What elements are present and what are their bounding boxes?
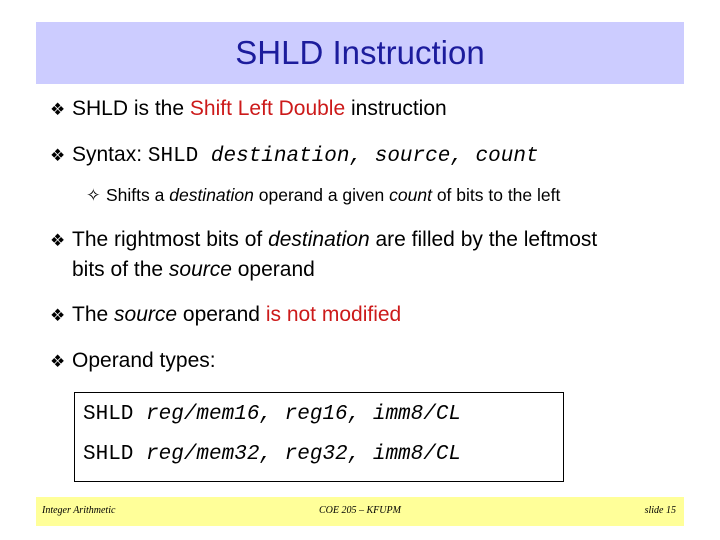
bullet-2: ❖ Syntax: SHLD destination, source, count xyxy=(50,140,539,171)
bullet-4: ❖ The source operand is not modified xyxy=(50,300,401,330)
em-text: source xyxy=(168,258,232,281)
text: Shifts a xyxy=(106,185,170,205)
sub-bullet: ✧ Shifts a destination operand a given co… xyxy=(86,185,560,206)
em-text: count xyxy=(389,185,432,205)
diamond-bullet-icon: ❖ xyxy=(50,231,66,250)
text: The rightmost bits of xyxy=(72,228,269,251)
opcode: SHLD xyxy=(83,403,147,426)
operands: reg/mem16, reg16, imm8/CL xyxy=(146,403,462,426)
text: operand xyxy=(177,303,266,326)
operand-types-box: SHLD reg/mem16, reg16, imm8/CL SHLD reg/… xyxy=(74,392,564,482)
text: bits of the xyxy=(72,258,169,281)
text: operand a given xyxy=(253,185,390,205)
bullet-1: ❖ SHLD is the Shift Left Double instructi… xyxy=(50,94,447,124)
text: SHLD is the xyxy=(72,97,190,120)
text: instruction xyxy=(345,97,447,120)
text: The xyxy=(72,303,115,326)
highlight-text: Shift Left Double xyxy=(189,97,346,120)
text: Syntax: xyxy=(72,143,148,166)
diamond-bullet-icon: ❖ xyxy=(50,146,66,165)
em-text: destination xyxy=(169,185,254,205)
highlight-text: is not modified xyxy=(265,303,402,326)
title-bar: SHLD Instruction xyxy=(36,22,684,84)
bullet-5: ❖ Operand types: xyxy=(50,346,216,376)
text: of bits to the left xyxy=(431,185,561,205)
code-text: SHLD xyxy=(147,145,211,168)
diamond-bullet-icon: ❖ xyxy=(50,352,66,371)
operands: reg/mem32, reg32, imm8/CL xyxy=(146,443,462,466)
bullet-3: ❖ The rightmost bits of destination are f… xyxy=(50,225,597,284)
diamond-bullet-icon: ❖ xyxy=(50,306,66,325)
text: are filled by the leftmost xyxy=(369,228,598,251)
code-line-2: SHLD reg/mem32, reg32, imm8/CL xyxy=(83,443,461,466)
opcode: SHLD xyxy=(83,443,147,466)
em-text: destination xyxy=(268,228,370,251)
footer-right: slide 15 xyxy=(644,505,676,516)
text: operand xyxy=(231,258,315,281)
code-args: destination, source, count xyxy=(210,145,539,168)
star-bullet-icon: ✧ xyxy=(86,185,101,205)
footer: Integer Arithmetic COE 205 – KFUPM slide… xyxy=(36,497,684,526)
em-text: source xyxy=(114,303,178,326)
footer-center: COE 205 – KFUPM xyxy=(319,505,401,516)
slide-title: SHLD Instruction xyxy=(235,34,485,71)
code-line-1: SHLD reg/mem16, reg16, imm8/CL xyxy=(83,403,461,426)
diamond-bullet-icon: ❖ xyxy=(50,100,66,119)
text: Operand types: xyxy=(72,349,216,372)
